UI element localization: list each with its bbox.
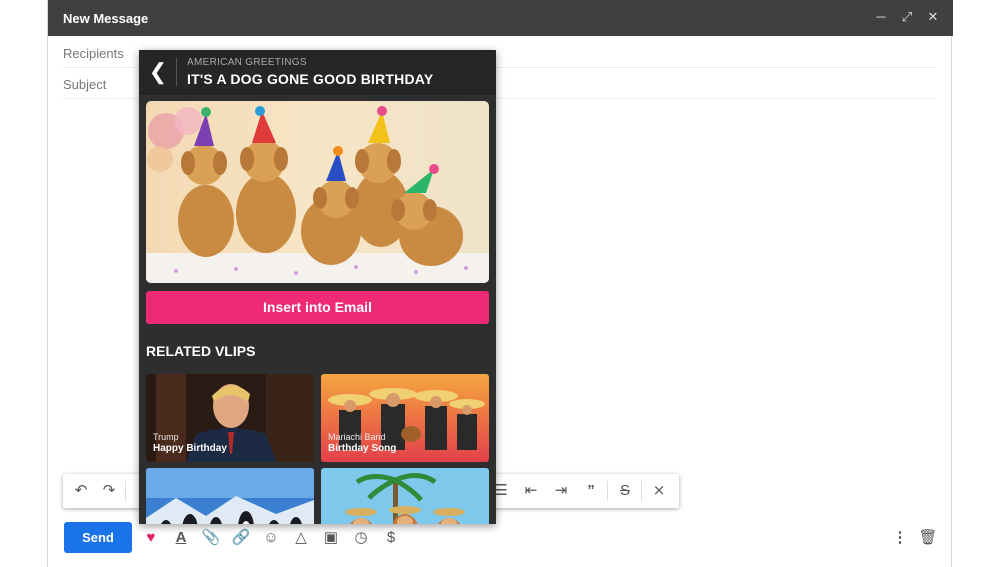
thumb-creator: Trump [153, 432, 179, 442]
google-drive-icon[interactable]: △ [291, 528, 311, 548]
quote-icon[interactable]: ” [581, 482, 601, 500]
thumb-title: Happy Birthday [153, 443, 227, 454]
related-vlips-heading: RELATED VLIPS [146, 343, 256, 359]
trash-icon[interactable]: 🗑 [918, 528, 938, 548]
vlip-icon[interactable]: ♥ [141, 528, 161, 548]
minimize-icon[interactable]: ─ [875, 9, 887, 25]
related-vlip-mariachi[interactable]: Mariachi Band Birthday Song [321, 374, 489, 462]
compose-titlebar[interactable]: New Message ─ ⤢ ✕ [48, 0, 953, 36]
vlip-panel-header: ❮ AMERICAN GREETINGS IT'S A DOG GONE GOO… [139, 50, 496, 94]
monkeys-thumbnail [321, 468, 489, 524]
subject-placeholder: Subject [63, 77, 107, 92]
vlip-preview-image[interactable] [146, 101, 489, 283]
related-vlip-trump[interactable]: Trump Happy Birthday [146, 374, 314, 462]
remove-formatting-icon[interactable]: ⨯ [649, 482, 669, 500]
birthday-puppies-illustration [146, 101, 489, 283]
insert-into-email-button[interactable]: Insert into Email [146, 291, 489, 324]
more-options-icon[interactable]: ⋮ [890, 528, 910, 548]
dollar-icon[interactable]: $ [381, 528, 401, 548]
related-vlip-penguins[interactable] [146, 468, 314, 524]
send-button[interactable]: Send [64, 522, 132, 553]
attach-file-icon[interactable]: 📎 [201, 528, 221, 548]
vlip-title: IT'S A DOG GONE GOOD BIRTHDAY [187, 71, 434, 87]
vlip-brand: AMERICAN GREETINGS [187, 57, 307, 68]
indent-more-icon[interactable]: ⇥ [551, 482, 571, 500]
insert-link-icon[interactable]: 🔗 [231, 528, 251, 548]
expand-icon[interactable]: ⤢ [901, 9, 913, 25]
recipients-placeholder: Recipients [63, 46, 124, 61]
vlip-panel: ❮ AMERICAN GREETINGS IT'S A DOG GONE GOO… [139, 50, 496, 524]
confidential-mode-icon[interactable]: ◷ [351, 528, 371, 548]
formatting-options-icon[interactable]: A [171, 528, 191, 548]
insert-emoji-icon[interactable]: ☺ [261, 528, 281, 548]
penguins-thumbnail [146, 468, 314, 524]
close-icon[interactable]: ✕ [927, 9, 939, 25]
insert-photo-icon[interactable]: ▣ [321, 528, 341, 548]
undo-icon[interactable]: ↶ [71, 482, 91, 500]
related-vlip-monkeys[interactable] [321, 468, 489, 524]
thumb-title: Birthday Song [328, 443, 397, 454]
indent-less-icon[interactable]: ⇤ [521, 482, 541, 500]
back-arrow-icon[interactable]: ❮ [145, 59, 171, 85]
strikethrough-icon[interactable]: S [615, 482, 635, 500]
redo-icon[interactable]: ↷ [99, 482, 119, 500]
thumb-creator: Mariachi Band [328, 432, 386, 442]
compose-title: New Message [63, 11, 149, 26]
